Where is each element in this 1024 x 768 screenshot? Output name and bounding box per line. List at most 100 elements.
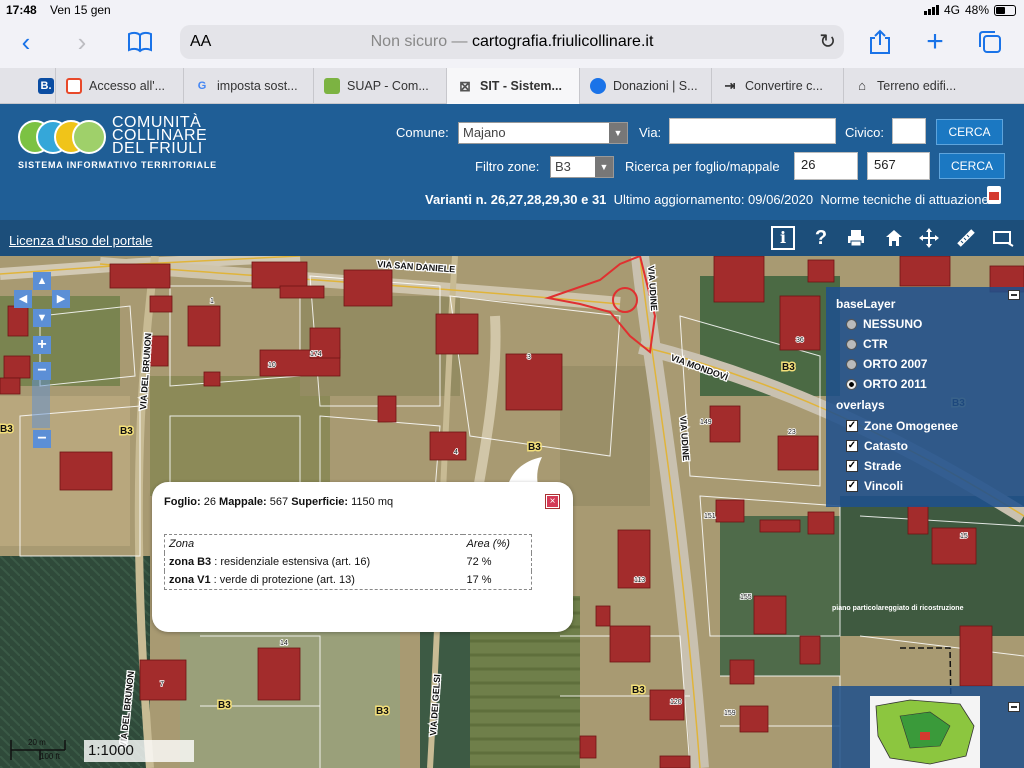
base-layer-ctr[interactable]: CTR bbox=[846, 337, 888, 351]
url-domain: cartografia.friulicollinare.it bbox=[471, 33, 654, 50]
radio-selected-icon bbox=[846, 378, 857, 390]
zoom-slider[interactable] bbox=[32, 380, 50, 428]
tab-6[interactable]: ⇥ Convertire c... bbox=[712, 68, 844, 104]
tab-1[interactable]: Accesso all'... bbox=[56, 68, 184, 104]
pan-south-icon[interactable]: ▼ bbox=[33, 309, 51, 327]
overlay-zone-omogenee[interactable]: ✓ Zone Omogenee bbox=[846, 419, 958, 433]
browser-toolbar: ‹ › AA Non sicuro — cartografia.friulico… bbox=[0, 20, 1024, 68]
tab-4[interactable]: ⊠ SIT - Sistem... bbox=[447, 68, 580, 104]
back-icon[interactable]: ‹ bbox=[8, 26, 44, 58]
share-icon[interactable] bbox=[862, 26, 898, 58]
zone-table: Zona Area (%) zona B3 : residenziale est… bbox=[164, 534, 532, 590]
measure-icon[interactable] bbox=[954, 226, 978, 250]
layer-label: Strade bbox=[864, 459, 902, 473]
tabs-overview-icon[interactable] bbox=[972, 26, 1008, 58]
pan-icon[interactable] bbox=[917, 226, 941, 250]
tab-label: imposta sost... bbox=[217, 79, 298, 93]
tab-2[interactable]: G imposta sost... bbox=[184, 68, 314, 104]
comune-select[interactable]: Majano ▼ bbox=[458, 122, 628, 144]
tab-label: SUAP - Com... bbox=[347, 79, 429, 93]
overlay-catasto[interactable]: ✓ Catasto bbox=[846, 439, 908, 453]
table-row: zona B3 : residenziale estensiva (art. 1… bbox=[165, 553, 532, 571]
status-time: 17:48 bbox=[6, 3, 37, 17]
url-text: Non sicuro — cartografia.friulicollinare… bbox=[180, 33, 844, 51]
varianti-info: Varianti n. 26,27,28,29,30 e 31 Ultimo a… bbox=[425, 192, 989, 207]
licenza-link[interactable]: Licenza d'uso del portale bbox=[9, 233, 152, 248]
portal-header: COMUNITÀ COLLINARE DEL FRIULI SISTEMA IN… bbox=[0, 104, 1024, 220]
tab-strip: B. Bo Accesso all'... G imposta sost... … bbox=[0, 68, 1024, 104]
print-icon[interactable] bbox=[844, 226, 868, 250]
tab-label: Donazioni | S... bbox=[613, 79, 698, 93]
signal-icon bbox=[923, 5, 939, 15]
convert-icon: ⇥ bbox=[724, 78, 736, 93]
cerca-mappale-button[interactable]: CERCA bbox=[939, 153, 1005, 179]
scale-feet: 100 ft bbox=[40, 752, 61, 761]
foglio-label: Foglio: bbox=[164, 496, 201, 508]
overlay-strade[interactable]: ✓ Strade bbox=[846, 459, 901, 473]
layer-label: Zone Omogenee bbox=[864, 419, 959, 433]
edge-icon bbox=[590, 78, 606, 94]
mappale-input[interactable]: 567 bbox=[867, 152, 930, 180]
minimize-icon[interactable] bbox=[1008, 702, 1020, 712]
reload-icon[interactable]: ↻ bbox=[819, 29, 836, 54]
address-bar[interactable]: AA Non sicuro — cartografia.friulicollin… bbox=[180, 25, 844, 59]
zona-cell: zona B3 : residenziale estensiva (art. 1… bbox=[165, 553, 463, 571]
pan-west-icon[interactable]: ◀ bbox=[14, 290, 32, 308]
forward-icon[interactable]: › bbox=[64, 26, 100, 58]
c-logo-icon bbox=[66, 78, 82, 94]
superficie-label: Superficie: bbox=[291, 496, 349, 508]
logo-subtitle: SISTEMA INFORMATIVO TERRITORIALE bbox=[18, 160, 217, 170]
base-layer-nessuno[interactable]: NESSUNO bbox=[846, 317, 922, 331]
pan-north-icon[interactable]: ▲ bbox=[33, 272, 51, 290]
comune-value: Majano bbox=[463, 125, 506, 140]
zoom-in-icon[interactable]: + bbox=[33, 336, 51, 354]
parcel-info-popup: Foglio: 26 Mappale: 567 Superficie: 1150… bbox=[152, 482, 573, 632]
parcel-number: 23 bbox=[788, 429, 796, 436]
overlay-vincoli[interactable]: ✓ Vincoli bbox=[846, 479, 903, 493]
parcel-number: 149 bbox=[700, 419, 712, 426]
foglio-input[interactable]: 26 bbox=[794, 152, 858, 180]
comune-label: Comune: bbox=[396, 125, 449, 140]
map-annotation: piano particolareggiato di ricostruzione bbox=[832, 605, 964, 612]
overview-map[interactable] bbox=[832, 686, 1024, 768]
tab-7[interactable]: ⌂ Terreno edifi... bbox=[844, 68, 994, 104]
cerca-via-button[interactable]: CERCA bbox=[936, 119, 1003, 145]
fullscreen-icon[interactable] bbox=[991, 226, 1015, 250]
filtro-zone-select[interactable]: B3 ▼ bbox=[550, 156, 614, 178]
zoom-level-icon[interactable]: − bbox=[33, 362, 51, 380]
tab-0[interactable]: B. Bo bbox=[0, 68, 56, 104]
base-layer-orto-2011[interactable]: ORTO 2011 bbox=[846, 377, 927, 391]
zone-label: B3 bbox=[376, 706, 389, 717]
zona-cell: zona V1 : verde di protezione (art. 13) bbox=[165, 571, 463, 590]
civico-input[interactable] bbox=[892, 118, 926, 144]
mappale-value: 567 bbox=[269, 496, 289, 508]
tab-5[interactable]: Donazioni | S... bbox=[580, 68, 712, 104]
info-icon[interactable]: i bbox=[771, 226, 795, 250]
bookmarks-icon[interactable] bbox=[122, 26, 158, 58]
minimize-icon[interactable] bbox=[1008, 290, 1020, 300]
filtro-zone-label: Filtro zone: bbox=[475, 159, 540, 174]
parcel-number: 3 bbox=[527, 354, 531, 361]
help-icon[interactable]: ? bbox=[809, 226, 833, 250]
tab-3[interactable]: SUAP - Com... bbox=[314, 68, 447, 104]
parcel-summary: Foglio: 26 Mappale: 567 Superficie: 1150… bbox=[164, 496, 393, 508]
parcel-number: 159 bbox=[724, 710, 736, 717]
close-icon[interactable]: × bbox=[545, 494, 560, 509]
base-layer-orto-2007[interactable]: ORTO 2007 bbox=[846, 357, 927, 371]
google-icon: G bbox=[197, 80, 207, 92]
home-icon[interactable] bbox=[882, 226, 906, 250]
new-tab-icon[interactable]: + bbox=[917, 26, 953, 58]
area-cell: 72 % bbox=[466, 556, 492, 568]
parcel-number: 4 bbox=[454, 449, 458, 456]
pdf-icon[interactable] bbox=[987, 186, 1001, 204]
norme-link[interactable]: Norme tecniche di attuazione bbox=[820, 192, 988, 207]
status-bar: 17:48 Ven 15 gen 4G 48% bbox=[0, 0, 1024, 20]
layer-label: Vincoli bbox=[864, 479, 904, 493]
logo-name: COMUNITÀ COLLINARE DEL FRIULI bbox=[112, 115, 207, 157]
pan-east-icon[interactable]: ▶ bbox=[52, 290, 70, 308]
zoom-out-icon[interactable]: − bbox=[33, 430, 51, 448]
via-input[interactable] bbox=[669, 118, 836, 144]
checkbox-checked-icon: ✓ bbox=[846, 480, 858, 492]
foglio-value: 26 bbox=[203, 496, 216, 508]
radio-icon bbox=[846, 338, 857, 350]
